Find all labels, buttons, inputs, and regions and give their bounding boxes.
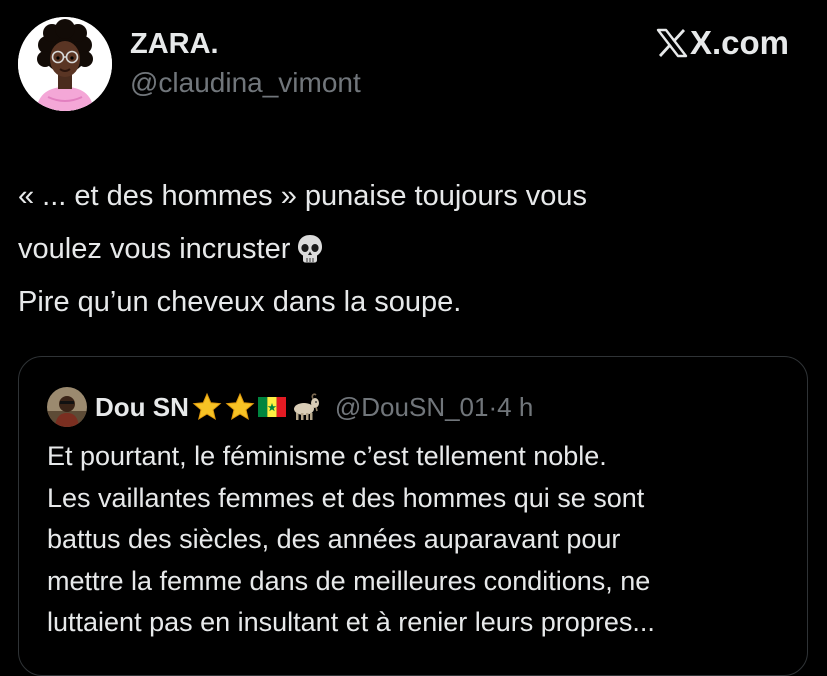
quoted-text-line: Et pourtant, le féminisme c’est tellemen… — [47, 441, 607, 471]
quoted-text-line: mettre la femme dans de meilleures condi… — [47, 565, 651, 596]
quoted-author-handle[interactable]: @DouSN_01 — [335, 392, 489, 422]
star-icon — [225, 392, 255, 421]
quoted-post-card[interactable]: Dou SN @DouSN_01·4 h Et pourtant, le fém… — [18, 356, 808, 676]
meta-separator: · — [488, 391, 498, 422]
post-timestamp[interactable]: 4 h — [497, 392, 533, 422]
quoted-post-text: Et pourtant, le féminisme c’est tellemen… — [47, 436, 797, 644]
tweet-text: « ... et des hommes » punaise toujours v… — [18, 170, 808, 329]
quoted-text-line: Les vaillantes femmes et des hommes qui … — [47, 482, 645, 513]
goat-icon — [293, 393, 319, 420]
quoted-author-name-emojis — [192, 392, 321, 422]
x-logo-icon — [656, 28, 688, 58]
author-handle[interactable]: @claudina_vimont — [130, 67, 361, 99]
brand-text: X.com — [689, 24, 789, 61]
quoted-author-name[interactable]: Dou SN — [95, 392, 189, 423]
photo-avatar-icon — [47, 387, 87, 427]
cartoon-woman-avatar — [18, 17, 112, 111]
brand-watermark: X.com — [656, 24, 789, 62]
quoted-text-line: battus des siècles, des années auparavan… — [47, 524, 621, 554]
tweet-text-line: voulez vous incruster — [18, 233, 291, 265]
quoted-author-avatar[interactable] — [47, 387, 87, 427]
author-avatar[interactable] — [18, 17, 112, 111]
author-display-name[interactable]: ZARA. — [130, 28, 219, 61]
quoted-post-header: Dou SN @DouSN_01·4 h — [47, 387, 533, 427]
quoted-text-line: luttaient pas en insultant et à renier l… — [47, 607, 655, 637]
quoted-post-meta: @DouSN_01·4 h — [335, 392, 533, 423]
tweet-text-line-with-emoji: voulez vous incruster — [18, 223, 808, 276]
tweet-text-line: « ... et des hommes » punaise toujours v… — [18, 180, 588, 212]
star-icon — [192, 392, 222, 421]
senegal-flag-icon — [257, 397, 286, 417]
skull-icon — [298, 235, 323, 263]
tweet-text-line: Pire qu’un cheveux dans la soupe. — [18, 286, 462, 318]
